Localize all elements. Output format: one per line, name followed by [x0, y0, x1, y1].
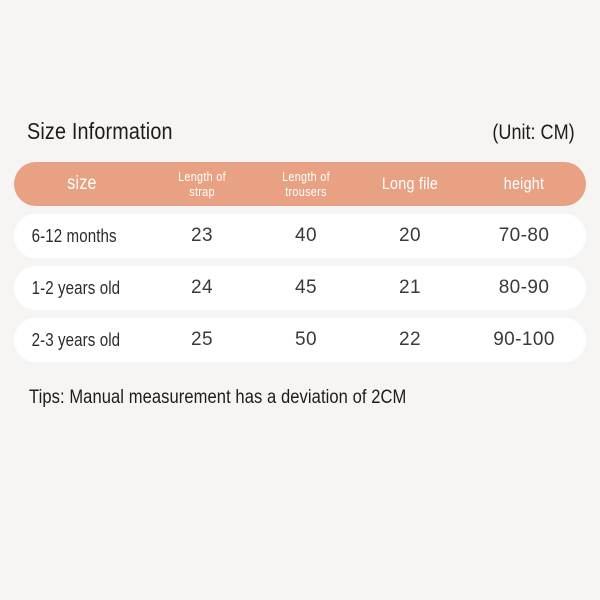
column-header-length-of-trousers-line2: trousers [285, 184, 327, 199]
title-row: Size Information (Unit: CM) [27, 118, 575, 148]
table-row: 6-12 months 23 40 20 70-80 [14, 214, 586, 258]
cell-length-of-strap: 23 [191, 225, 213, 246]
cell-length-of-trousers: 50 [295, 329, 317, 350]
tips-note: Tips: Manual measurement has a deviation… [29, 387, 407, 408]
cell-length-of-trousers: 40 [295, 225, 317, 246]
column-header-height: height [472, 162, 576, 206]
cell-size: 1-2 years old [31, 278, 121, 298]
column-header-length-of-trousers: Length of trousers [262, 162, 349, 206]
cell-height: 90-100 [493, 329, 555, 350]
cell-size: 6-12 months [31, 226, 117, 246]
column-header-height-label: height [503, 174, 545, 193]
cell-length-of-strap: 25 [191, 329, 213, 350]
column-header-length-of-strap-line2: strap [189, 184, 215, 199]
cell-length-of-trousers: 45 [295, 277, 317, 298]
column-header-size: size [25, 162, 139, 206]
page-title: Size Information [27, 118, 173, 144]
cell-long-file: 21 [399, 277, 421, 298]
unit-note: (Unit: CM) [492, 121, 575, 144]
cell-size: 2-3 years old [31, 330, 121, 350]
table-row: 2-3 years old 25 50 22 90-100 [14, 318, 586, 362]
cell-length-of-strap: 24 [191, 277, 213, 298]
cell-long-file: 22 [399, 329, 421, 350]
size-information-card: Size Information (Unit: CM) size Length … [0, 0, 600, 600]
column-header-length-of-strap: Length of strap [158, 162, 245, 206]
cell-height: 80-90 [498, 277, 550, 298]
column-header-length-of-trousers-line1: Length of [282, 169, 330, 184]
size-table: size Length of strap Length of trousers … [14, 162, 586, 362]
cell-height: 70-80 [498, 225, 550, 246]
cell-long-file: 20 [399, 225, 421, 246]
column-header-size-label: size [67, 173, 97, 194]
column-header-long-file-label: Long file [381, 174, 439, 193]
column-header-length-of-strap-line1: Length of [178, 169, 226, 184]
table-header-row: size Length of strap Length of trousers … [14, 162, 586, 206]
column-header-long-file: Long file [366, 162, 453, 206]
table-row: 1-2 years old 24 45 21 80-90 [14, 266, 586, 310]
